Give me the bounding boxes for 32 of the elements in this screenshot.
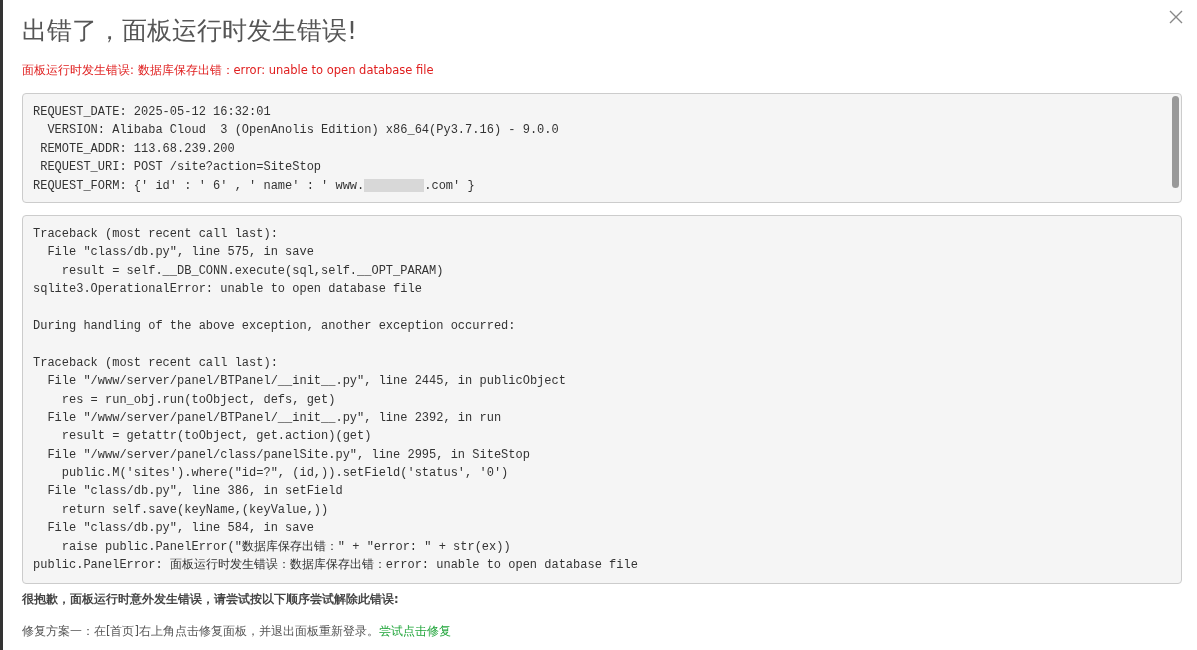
request-info-line: REQUEST_FORM: {' id' : ' 6' , ' name' : ' www.: [33, 178, 365, 193]
request-info-line: REQUEST_URI: POST /site?action=SiteStop: [39, 159, 323, 177]
traceback-line: During handling of the above exception, another exception occurred:: [33, 317, 517, 335]
traceback-line: File "/www/server/panel/class/panelSite.py", line 2995, in SiteStop: [46, 446, 531, 464]
redacted-block: [364, 178, 425, 192]
error-title: 出错了，面板运行时发生错误!: [22, 15, 358, 47]
traceback-line: return self.save(keyName,(keyValue,)): [60, 501, 330, 519]
traceback-line: File "/www/server/panel/BTPanel/__init__.py", line 2445, in publicObject: [46, 373, 567, 391]
request-info-line: .com' }: [424, 178, 475, 193]
traceback-line: File "/www/server/panel/BTPanel/__init__.py", line 2392, in run: [46, 409, 503, 427]
traceback-line: result = self.__DB_CONN.execute(sql,self.__OPT_PARAM): [60, 262, 445, 280]
traceback-line: sqlite3.OperationalError: unable to open database file: [33, 281, 423, 299]
traceback-line: Traceback (most recent call last):: [33, 354, 279, 372]
traceback-line: File "class/db.py", line 386, in setField: [46, 483, 344, 501]
traceback-line: res = run_obj.run(toObject, defs, get): [60, 391, 337, 409]
traceback-line: File "class/db.py", line 575, in save: [46, 244, 315, 262]
apology-text: 很抱歉，面板运行时意外发生错误，请尝试按以下顺序尝试解除此错误:: [22, 592, 400, 608]
traceback-line: raise public.PanelError("数据库保存出错：" + "error: " + str(ex)): [60, 538, 512, 556]
scrollbar-thumb[interactable]: [1172, 96, 1179, 188]
traceback-line: public.M('sites').where("id=?", (id,)).setField('status', '0'): [60, 465, 510, 483]
traceback-line: result = getattr(toObject, get.action)(get): [60, 428, 373, 446]
traceback-line: Traceback (most recent call last):: [33, 226, 279, 243]
close-button[interactable]: [1167, 8, 1185, 26]
request-info-line: REQUEST_DATE: 2025-05-12 16:32:01: [33, 104, 272, 121]
traceback-line: public.PanelError: 面板运行时发生错误：数据库保存出错：error: unable to open database file: [33, 557, 639, 575]
repair-link[interactable]: 尝试点击修复: [379, 624, 451, 639]
request-info-line: VERSION: Alibaba Cloud 3 (OpenAnolis Edition) x86_64(Py3.7.16) - 9.0.0: [46, 122, 560, 140]
traceback-line: File "class/db.py", line 584, in save: [46, 520, 315, 538]
request-info-line: REMOTE_ADDR: 113.68.239.200: [39, 140, 236, 158]
error-summary: 面板运行时发生错误: 数据库保存出错：error: unable to open database file: [22, 63, 435, 78]
close-icon: [1169, 10, 1183, 24]
fix-instruction: 修复方案一：在[首页]右上角点击修复面板，并退出面板重新登录。: [22, 624, 379, 639]
